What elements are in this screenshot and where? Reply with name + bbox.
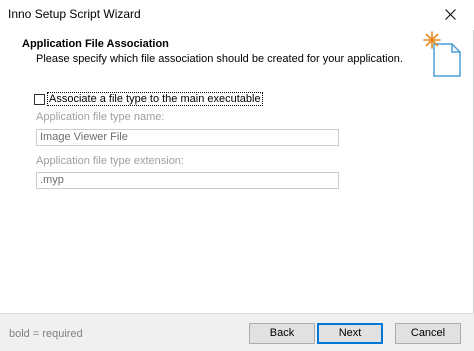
title-bar: Inno Setup Script Wizard [0, 0, 474, 30]
file-type-name-input[interactable]: Image Viewer File [36, 129, 339, 146]
associate-checkbox[interactable] [34, 93, 45, 105]
file-type-extension-label: Application file type extension: [36, 155, 184, 167]
wizard-window: Inno Setup Script Wizard Application Fil… [0, 0, 474, 351]
close-icon [445, 9, 456, 20]
window-title: Inno Setup Script Wizard [8, 7, 141, 21]
file-type-name-label: Application file type name: [36, 111, 165, 123]
wizard-document-icon [423, 31, 461, 77]
close-button[interactable] [428, 0, 474, 30]
page-title: Application File Association [22, 38, 169, 50]
associate-checkbox-row[interactable]: Associate a file type to the main execut… [34, 92, 263, 106]
page-content: Associate a file type to the main execut… [0, 80, 474, 305]
back-button[interactable]: Back [249, 323, 315, 344]
footer-bar: bold = required Back Next Cancel [0, 314, 474, 351]
page-header: Application File Association Please spec… [0, 30, 474, 80]
cancel-button[interactable]: Cancel [395, 323, 461, 344]
next-button[interactable]: Next [317, 323, 383, 344]
page-subtitle: Please specify which file association sh… [36, 53, 403, 65]
required-legend: bold = required [9, 328, 83, 340]
file-type-extension-input[interactable]: .myp [36, 172, 339, 189]
associate-checkbox-label[interactable]: Associate a file type to the main execut… [47, 92, 263, 106]
